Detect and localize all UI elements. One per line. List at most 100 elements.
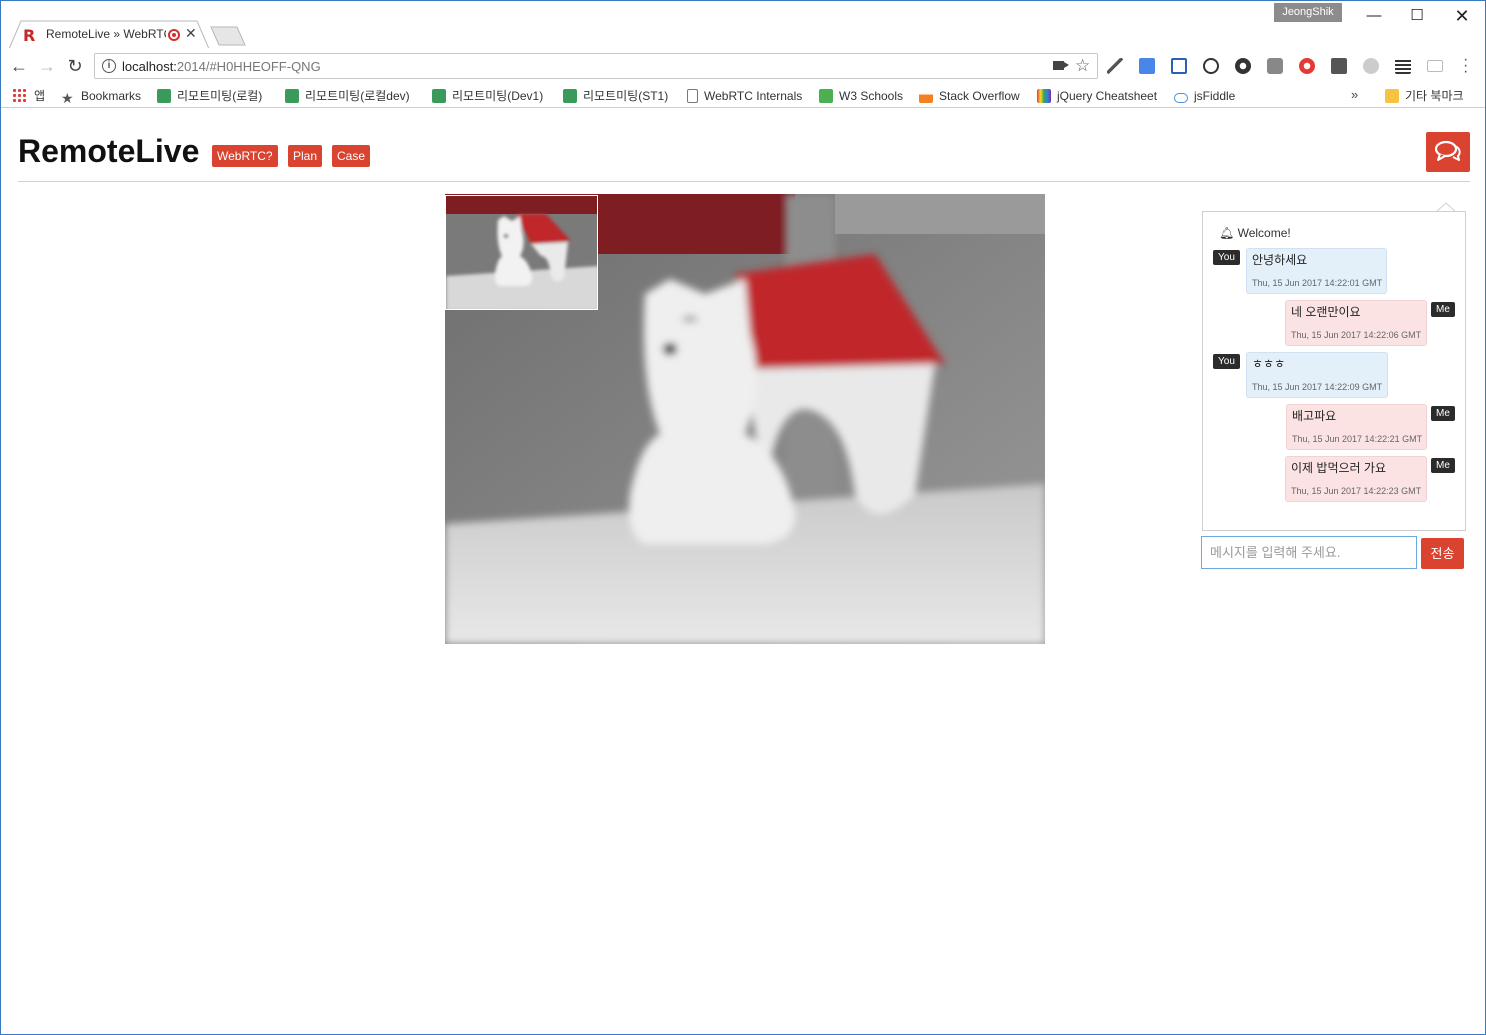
recording-icon xyxy=(168,29,180,41)
app-brand-title[interactable]: RemoteLive xyxy=(18,133,199,170)
nav-webrtc-button[interactable]: WebRTC? xyxy=(212,145,278,167)
bookmark-label: jsFiddle xyxy=(1194,89,1236,103)
bookmark-folder-bookmarks[interactable]: ★ Bookmarks xyxy=(61,87,141,105)
chat-message-input[interactable] xyxy=(1201,536,1417,569)
cast-extension-icon[interactable] xyxy=(1427,60,1443,72)
bell-icon: 🔔︎ xyxy=(1219,226,1238,240)
header-divider xyxy=(18,181,1470,182)
chrome-menu-icon[interactable]: · · · xyxy=(1463,52,1468,80)
bookmark-label: Stack Overflow xyxy=(939,89,1020,103)
back-arrow-icon[interactable]: ← xyxy=(9,56,29,77)
bookmark-w3schools[interactable]: W3 Schools xyxy=(819,87,903,105)
app-logo-icon: R xyxy=(23,26,36,45)
chat-message-bubble: 이제 밥먹으러 가요 Thu, 15 Jun 2017 14:22:23 GMT xyxy=(1285,456,1427,502)
clipboard-extension-icon[interactable] xyxy=(1331,58,1347,74)
stackoverflow-icon xyxy=(919,89,933,103)
bookmark-remote-local-dev[interactable]: 리모트미팅(로컬dev) xyxy=(285,87,410,105)
remote-meeting-icon xyxy=(285,89,299,103)
message-timestamp: Thu, 15 Jun 2017 14:22:09 GMT xyxy=(1252,382,1383,392)
bookmark-remote-dev1[interactable]: 리모트미팅(Dev1) xyxy=(432,87,543,105)
send-button[interactable]: 전송 xyxy=(1421,538,1464,569)
opera-extension-icon[interactable] xyxy=(1299,58,1315,74)
camera-in-use-icon[interactable] xyxy=(1053,61,1069,70)
chat-bubbles-icon xyxy=(1434,140,1461,161)
nav-case-button[interactable]: Case xyxy=(332,145,371,167)
message-text: 이제 밥먹으러 가요 xyxy=(1291,461,1386,475)
url-path: 2014/#H0HHEOFF-QNG xyxy=(176,59,321,74)
chat-message-bubble: 네 오랜만이요 Thu, 15 Jun 2017 14:22:06 GMT xyxy=(1285,300,1427,346)
sender-tag-me: Me xyxy=(1431,406,1455,421)
sender-tag-me: Me xyxy=(1431,458,1455,473)
site-info-icon[interactable]: i xyxy=(102,59,116,73)
message-timestamp: Thu, 15 Jun 2017 14:22:06 GMT xyxy=(1291,330,1422,340)
screenshot-extension-icon[interactable] xyxy=(1171,58,1187,74)
remote-meeting-icon xyxy=(432,89,446,103)
message-text: 네 오랜만이요 xyxy=(1291,305,1361,319)
message-text: 안녕하세요 xyxy=(1252,253,1308,267)
w3-icon xyxy=(819,89,833,103)
disabled-extension-icon[interactable] xyxy=(1363,58,1379,74)
bookmark-remote-st1[interactable]: 리모트미팅(ST1) xyxy=(563,87,668,105)
film-extension-icon[interactable] xyxy=(1395,58,1411,74)
bookmark-jquery-cheatsheet[interactable]: jQuery Cheatsheet xyxy=(1037,87,1157,105)
reload-icon[interactable]: ↻ xyxy=(65,56,85,77)
profile-badge[interactable]: JeongShik xyxy=(1274,3,1342,22)
title-bar: R RemoteLive » WebRTC ✕ JeongShik — ☐ ✕ xyxy=(1,1,1485,49)
welcome-text: Welcome! xyxy=(1237,226,1291,240)
maximize-button[interactable]: ☐ xyxy=(1394,5,1440,27)
bookmark-remote-local[interactable]: 리모트미팅(로컬) xyxy=(157,87,262,105)
url-host: localhost: xyxy=(122,59,177,74)
chat-toggle-button[interactable] xyxy=(1426,132,1470,172)
tab-title: RemoteLive » WebRTC xyxy=(46,27,166,41)
message-timestamp: Thu, 15 Jun 2017 14:22:23 GMT xyxy=(1291,486,1422,496)
more-bookmarks-chevron-icon[interactable]: » xyxy=(1351,87,1358,102)
message-text: ㅎㅎㅎ xyxy=(1252,357,1286,371)
bookmark-label: WebRTC Internals xyxy=(704,89,803,103)
bookmark-label: 리모트미팅(로컬dev) xyxy=(305,89,410,103)
sender-tag-me: Me xyxy=(1431,302,1455,317)
camera-extension-icon[interactable] xyxy=(1267,58,1283,74)
bookmark-apps[interactable]: 앱 xyxy=(12,87,45,105)
bookmark-webrtc-internals[interactable]: WebRTC Internals xyxy=(687,87,802,105)
chat-panel: 🔔︎ Welcome! You 안녕하세요 Thu, 15 Jun 2017 1… xyxy=(1202,211,1466,531)
translate-extension-icon[interactable] xyxy=(1139,58,1155,74)
close-window-button[interactable]: ✕ xyxy=(1439,5,1485,27)
new-tab-button[interactable] xyxy=(210,26,246,46)
jsfiddle-icon xyxy=(1174,93,1188,103)
eyedropper-extension-icon[interactable] xyxy=(1107,58,1123,74)
local-video-pip[interactable] xyxy=(445,195,598,310)
nav-plan-button[interactable]: Plan xyxy=(288,145,323,167)
tab-close-icon[interactable]: ✕ xyxy=(185,25,197,42)
browser-toolbar: ← → ↻ i localhost:2014/#H0HHEOFF-QNG ☆ ·… xyxy=(1,48,1485,84)
bookmark-label: 앱 xyxy=(34,89,46,103)
bookmark-label: jQuery Cheatsheet xyxy=(1057,89,1158,103)
remote-meeting-icon xyxy=(563,89,577,103)
bookmark-label: Bookmarks xyxy=(81,89,142,103)
bookmark-label: 리모트미팅(Dev1) xyxy=(452,89,544,103)
bookmark-label: W3 Schools xyxy=(839,89,904,103)
sender-tag-you: You xyxy=(1213,354,1240,369)
browser-window: R RemoteLive » WebRTC ✕ JeongShik — ☐ ✕ … xyxy=(0,0,1486,1035)
bookmark-stackoverflow[interactable]: Stack Overflow xyxy=(919,87,1020,105)
bookmark-star-icon[interactable]: ☆ xyxy=(1075,56,1090,76)
chat-welcome: 🔔︎ Welcome! xyxy=(1219,226,1291,240)
url-text[interactable]: localhost:2014/#H0HHEOFF-QNG xyxy=(122,59,321,74)
star-icon: ★ xyxy=(61,90,74,106)
message-timestamp: Thu, 15 Jun 2017 14:22:01 GMT xyxy=(1252,278,1383,288)
browser-tab[interactable]: R RemoteLive » WebRTC ✕ xyxy=(9,20,209,49)
message-text: 배고파요 xyxy=(1292,409,1337,423)
forward-arrow-icon[interactable]: → xyxy=(37,56,57,77)
chat-message-bubble: ㅎㅎㅎ Thu, 15 Jun 2017 14:22:09 GMT xyxy=(1246,352,1388,398)
refresh-extension-icon[interactable] xyxy=(1203,58,1219,74)
apps-grid-icon xyxy=(12,88,26,102)
address-bar[interactable]: i localhost:2014/#H0HHEOFF-QNG ☆ xyxy=(94,53,1098,79)
bookmark-jsfiddle[interactable]: jsFiddle xyxy=(1174,87,1235,105)
jquery-icon xyxy=(1037,89,1051,103)
minimize-button[interactable]: — xyxy=(1351,5,1397,27)
settings-extension-icon[interactable] xyxy=(1235,58,1251,74)
page-content: RemoteLive WebRTC? Plan Case 🔔︎ Welcome!… xyxy=(1,109,1485,1034)
other-bookmarks-folder[interactable]: 기타 북마크 xyxy=(1385,87,1464,105)
folder-icon xyxy=(1385,89,1399,103)
sender-tag-you: You xyxy=(1213,250,1240,265)
local-video-frame xyxy=(446,196,597,309)
